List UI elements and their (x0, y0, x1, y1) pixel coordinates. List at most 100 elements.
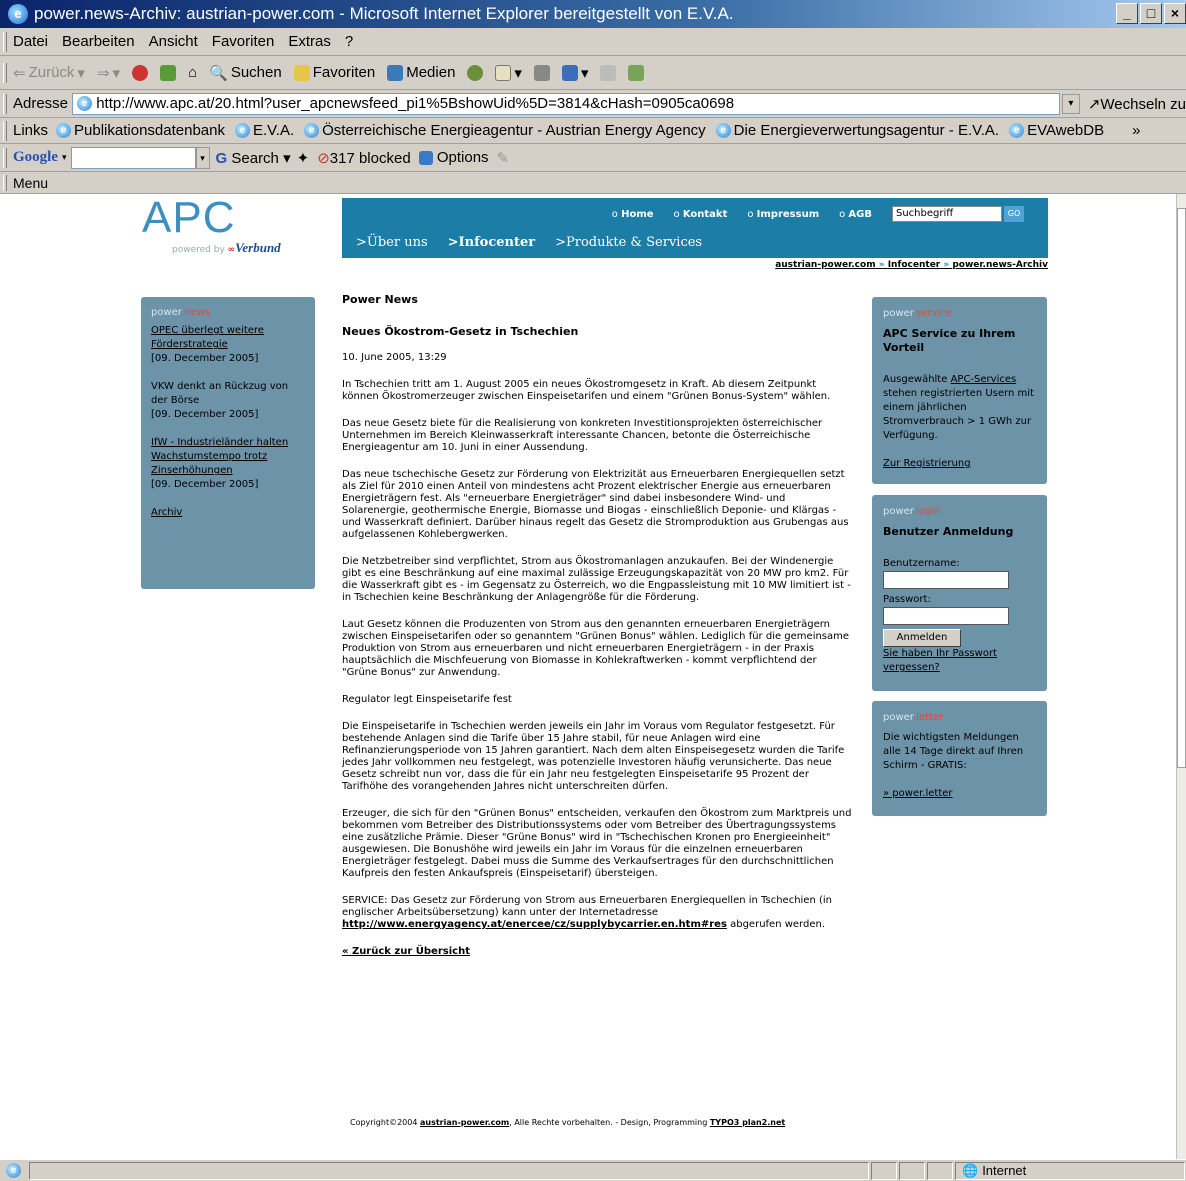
mail-icon (495, 64, 512, 81)
site-search-go[interactable]: GO (1004, 206, 1024, 222)
nav-ueber-uns[interactable]: Über uns (356, 235, 428, 250)
menu-datei[interactable]: Datei (13, 33, 48, 50)
highlight-icon[interactable]: ✎ (497, 149, 510, 167)
google-search-input[interactable] (70, 146, 196, 169)
maximize-button[interactable]: □ (1140, 3, 1162, 24)
back-arrow-icon: ⇐ (13, 64, 26, 82)
nav-impressum[interactable]: Impressum (747, 209, 819, 220)
toolbar-grip[interactable] (3, 147, 7, 168)
popup-blocker-button[interactable]: ⊘317 blocked (317, 149, 410, 167)
edit-button[interactable]: ▾ (561, 64, 588, 82)
google-search-button[interactable]: G Search ▾ (216, 149, 291, 167)
go-button[interactable]: ↗Wechseln zu (1088, 95, 1186, 113)
go-arrow-icon: ↗ (1087, 95, 1101, 113)
vertical-scrollbar[interactable] (1176, 194, 1186, 1159)
article-date: 10. June 2005, 13:29 (342, 352, 447, 363)
site-search-input[interactable]: Suchbegriff (892, 206, 1002, 222)
discuss-icon (600, 64, 617, 81)
menu-bearbeiten[interactable]: Bearbeiten (62, 33, 135, 50)
power-news-box: power.news OPEC überlegt weitere Förders… (141, 297, 315, 589)
breadcrumb-home[interactable]: austrian-power.com (775, 260, 875, 270)
link-icon: e (715, 123, 731, 138)
toolbar-grip[interactable] (3, 31, 7, 52)
registration-link[interactable]: Zur Registrierung (883, 458, 971, 469)
news-link[interactable]: IfW - Industrieländer halten Wachstumste… (151, 437, 288, 476)
link-icon: e (1009, 123, 1025, 138)
favorites-button[interactable]: Favoriten (293, 64, 375, 81)
messenger-button[interactable] (628, 64, 645, 81)
breadcrumb-infocenter[interactable]: Infocenter (888, 260, 941, 270)
link-publikationsdatenbank[interactable]: e Publikationsdatenbank (56, 122, 225, 139)
search-button[interactable]: 🔍 Suchen (209, 64, 282, 82)
toolbar-grip[interactable] (3, 93, 7, 114)
options-icon (418, 151, 433, 166)
link-energieverwertungsagentur[interactable]: e Die Energieverwertungsagentur - E.V.A. (715, 122, 999, 139)
favorites-icon (293, 64, 310, 81)
discuss-button[interactable] (600, 64, 617, 81)
status-cell (927, 1161, 953, 1180)
footer-site-link[interactable]: austrian-power.com (420, 1118, 509, 1127)
menu-ansicht[interactable]: Ansicht (149, 33, 198, 50)
media-button[interactable]: Medien (387, 64, 455, 81)
link-icon: e (304, 123, 320, 138)
link-energieagentur[interactable]: e Österreichische Energieagentur - Austri… (304, 122, 706, 139)
home-button[interactable]: ⌂ (188, 64, 197, 81)
service-link[interactable]: http://www.energyagency.at/enercee/cz/su… (342, 919, 727, 930)
main-navigation: Über uns Infocenter Produkte & Services (356, 235, 702, 250)
search-icon: 🔍 (209, 64, 228, 82)
history-button[interactable] (467, 64, 484, 81)
nav-produkte[interactable]: Produkte & Services (555, 235, 702, 250)
forward-button[interactable]: ⇒ ▾ (97, 64, 120, 82)
power-letter-link[interactable]: » power.letter (883, 788, 953, 799)
minimize-button[interactable]: _ (1116, 3, 1138, 24)
mail-button[interactable]: ▾ (495, 64, 522, 82)
toolbar-grip[interactable] (3, 120, 7, 141)
footer-credit-link[interactable]: TYPO3 plan2.net (710, 1118, 785, 1127)
menu-extras[interactable]: Extras (288, 33, 331, 50)
forgot-password-link[interactable]: Sie haben Ihr Passwort vergessen? (883, 648, 997, 673)
service-heading: APC Service zu Ihrem Vorteil (883, 327, 1016, 354)
breadcrumb-current[interactable]: power.news-Archiv (952, 260, 1048, 270)
username-field[interactable] (883, 571, 1009, 589)
nav-agb[interactable]: AGB (839, 209, 872, 220)
news-date: [09. December 2005] (151, 353, 259, 364)
back-button[interactable]: ⇐ Zurück ▾ (13, 64, 85, 82)
archive-link[interactable]: Archiv (151, 507, 182, 518)
news-link[interactable]: OPEC überlegt weitere Förderstrategie (151, 325, 264, 350)
menu-label[interactable]: Menu (13, 175, 48, 191)
section-title: Power News (342, 293, 418, 306)
apc-logo[interactable]: APC powered by ∞Verbund (142, 196, 302, 256)
stop-button[interactable] (132, 64, 149, 81)
nav-kontakt[interactable]: Kontakt (674, 209, 728, 220)
back-to-overview-link[interactable]: « Zurück zur Übersicht (342, 946, 470, 957)
toolbar-grip[interactable] (3, 62, 7, 83)
google-menu-arrow[interactable]: ▾ (62, 152, 67, 163)
menu-help[interactable]: ? (345, 33, 353, 50)
menu-favoriten[interactable]: Favoriten (212, 33, 275, 50)
password-field[interactable] (883, 607, 1009, 625)
google-options-button[interactable]: Options (418, 149, 489, 166)
print-button[interactable] (533, 64, 550, 81)
login-button[interactable]: Anmelden (883, 629, 961, 647)
pagerank-icon[interactable]: ✦ (297, 149, 310, 167)
link-eva[interactable]: e E.V.A. (234, 122, 294, 139)
apc-services-link[interactable]: APC-Services (951, 374, 1017, 385)
google-logo[interactable]: Google (13, 149, 58, 166)
address-dropdown[interactable]: ▾ (1061, 93, 1080, 114)
refresh-button[interactable] (160, 64, 177, 81)
scrollbar-thumb[interactable] (1177, 208, 1186, 768)
nav-home[interactable]: Home (612, 209, 653, 220)
address-input[interactable]: e http://www.apc.at/20.html?user_apcnews… (72, 92, 1060, 115)
google-toolbar: Google ▾ ▾ G Search ▾ ✦ ⊘317 blocked Opt… (0, 144, 1186, 172)
article-paragraph: Das neue Gesetz biete für die Realisieru… (342, 418, 823, 453)
close-button[interactable]: × (1164, 3, 1186, 24)
nav-infocenter[interactable]: Infocenter (448, 235, 536, 250)
ie-icon: e (8, 4, 28, 24)
article-headline: Neues Ökostrom-Gesetz in Tschechien (342, 325, 579, 338)
link-evawebdb[interactable]: e EVAwebDB (1009, 122, 1104, 139)
links-overflow[interactable]: » (1132, 122, 1140, 139)
google-search-dropdown[interactable]: ▾ (195, 146, 210, 169)
page-icon: e (77, 96, 93, 111)
toolbar-grip[interactable] (3, 174, 7, 191)
window-titlebar: e power.news-Archiv: austrian-power.com … (0, 0, 1186, 28)
